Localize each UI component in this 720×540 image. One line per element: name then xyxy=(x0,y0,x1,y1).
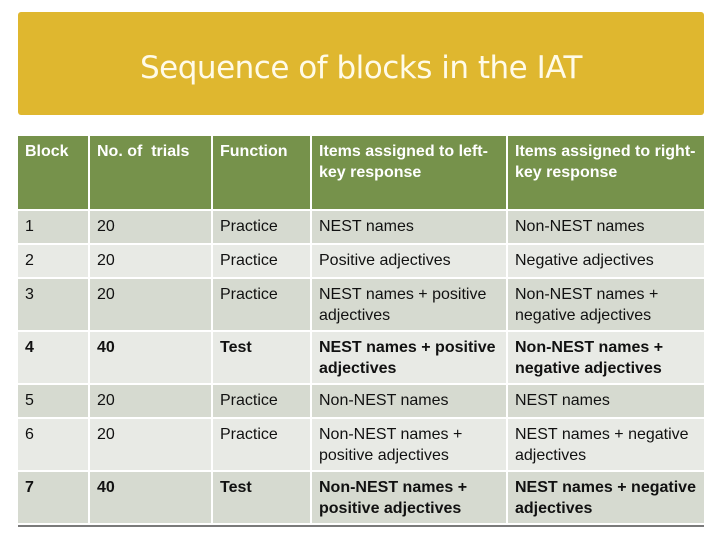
cell-left: NEST names + positive adjectives xyxy=(312,332,508,385)
cell-function: Practice xyxy=(213,419,312,472)
cell-trials: 20 xyxy=(90,245,213,279)
cell-function: Practice xyxy=(213,279,312,332)
table-row: 7 40 Test Non-NEST names + positive adje… xyxy=(18,472,704,525)
cell-left: Non-NEST names + positive adjectives xyxy=(312,472,508,525)
table-row: 4 40 Test NEST names + positive adjectiv… xyxy=(18,332,704,385)
cell-left: NEST names xyxy=(312,211,508,245)
cell-trials: 20 xyxy=(90,279,213,332)
header-block: Block xyxy=(18,136,90,211)
cell-trials: 40 xyxy=(90,472,213,525)
cell-trials: 20 xyxy=(90,385,213,419)
cell-right: Non-NEST names xyxy=(508,211,704,245)
cell-trials: 20 xyxy=(90,419,213,472)
cell-right: Negative adjectives xyxy=(508,245,704,279)
table-row: 6 20 Practice Non-NEST names + positive … xyxy=(18,419,704,472)
header-function: Function xyxy=(213,136,312,211)
title-banner: Sequence of blocks in the IAT xyxy=(18,12,704,115)
cell-right: Non-NEST names + negative adjectives xyxy=(508,279,704,332)
cell-block: 4 xyxy=(18,332,90,385)
cell-block: 5 xyxy=(18,385,90,419)
cell-right: NEST names xyxy=(508,385,704,419)
table-row: 1 20 Practice NEST names Non-NEST names xyxy=(18,211,704,245)
cell-right: NEST names + negative adjectives xyxy=(508,419,704,472)
header-left-key: Items assigned to left-key response xyxy=(312,136,508,211)
cell-function: Test xyxy=(213,472,312,525)
cell-function: Test xyxy=(213,332,312,385)
header-trials: No. of trials xyxy=(90,136,213,211)
cell-block: 6 xyxy=(18,419,90,472)
cell-block: 7 xyxy=(18,472,90,525)
header-right-key: Items assigned to right-key response xyxy=(508,136,704,211)
cell-right: Non-NEST names + negative adjectives xyxy=(508,332,704,385)
table-row: 2 20 Practice Positive adjectives Negati… xyxy=(18,245,704,279)
cell-trials: 40 xyxy=(90,332,213,385)
cell-trials: 20 xyxy=(90,211,213,245)
cell-function: Practice xyxy=(213,245,312,279)
cell-block: 1 xyxy=(18,211,90,245)
cell-left: Positive adjectives xyxy=(312,245,508,279)
cell-left: NEST names + positive adjectives xyxy=(312,279,508,332)
slide-title: Sequence of blocks in the IAT xyxy=(140,49,582,86)
cell-left: Non-NEST names xyxy=(312,385,508,419)
iat-blocks-table: Block No. of trials Function Items assig… xyxy=(18,136,704,527)
table-row: 5 20 Practice Non-NEST names NEST names xyxy=(18,385,704,419)
cell-block: 3 xyxy=(18,279,90,332)
table-header-row: Block No. of trials Function Items assig… xyxy=(18,136,704,211)
table-row: 3 20 Practice NEST names + positive adje… xyxy=(18,279,704,332)
cell-block: 2 xyxy=(18,245,90,279)
cell-function: Practice xyxy=(213,211,312,245)
cell-left: Non-NEST names + positive adjectives xyxy=(312,419,508,472)
cell-function: Practice xyxy=(213,385,312,419)
cell-right: NEST names + negative adjectives xyxy=(508,472,704,525)
